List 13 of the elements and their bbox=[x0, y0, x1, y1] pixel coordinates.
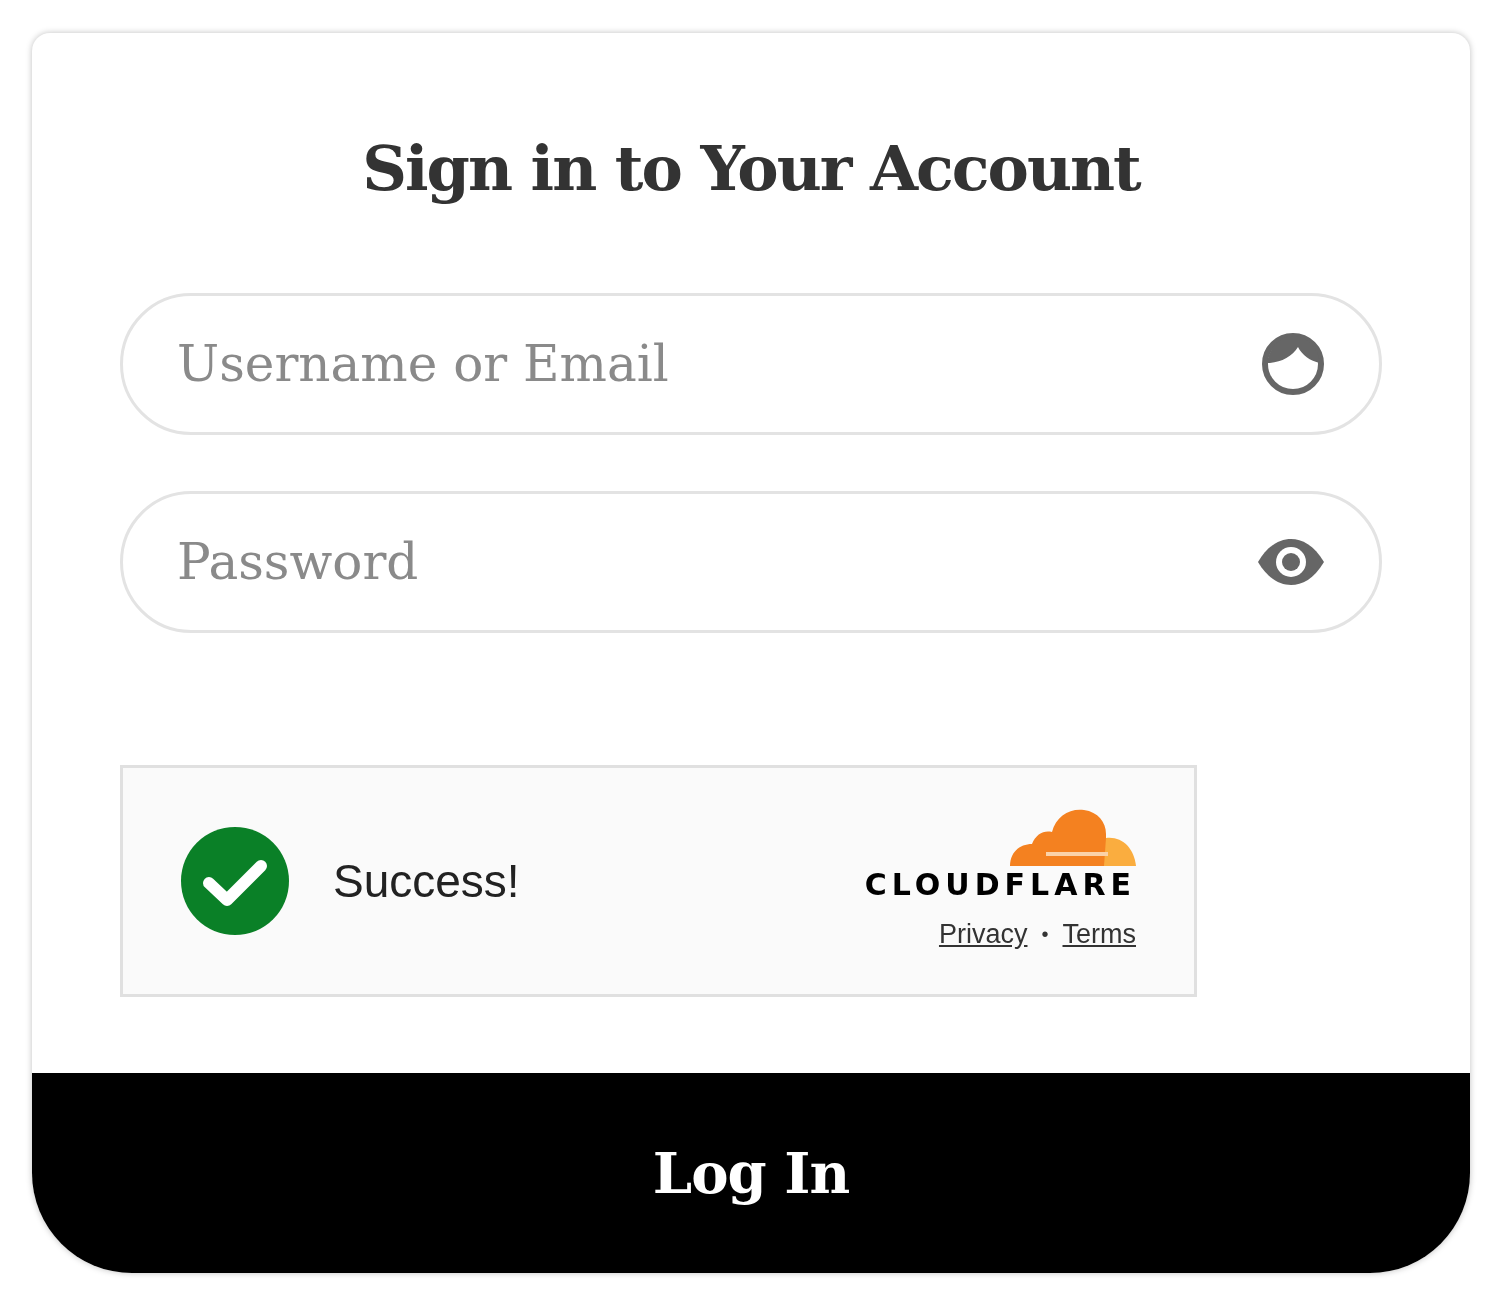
separator-dot: • bbox=[1041, 922, 1049, 947]
eye-icon[interactable] bbox=[1258, 539, 1324, 585]
footer-link[interactable]: Privacy bbox=[938, 913, 1028, 955]
input-field[interactable]: Password bbox=[120, 491, 1382, 633]
brand-wordmark: CLOUDFLARE bbox=[864, 869, 1136, 900]
cloud-logo-icon bbox=[1010, 807, 1136, 868]
user-icon bbox=[1262, 333, 1324, 395]
input-field[interactable]: Username or Email bbox=[120, 293, 1382, 435]
form-title: Sign in to Your Account bbox=[362, 130, 1140, 207]
login-button[interactable]: Log In bbox=[32, 1073, 1470, 1273]
success-check-icon bbox=[181, 827, 289, 935]
footer-link[interactable]: Terms bbox=[1062, 913, 1136, 955]
captcha-status: Success! bbox=[333, 853, 520, 909]
